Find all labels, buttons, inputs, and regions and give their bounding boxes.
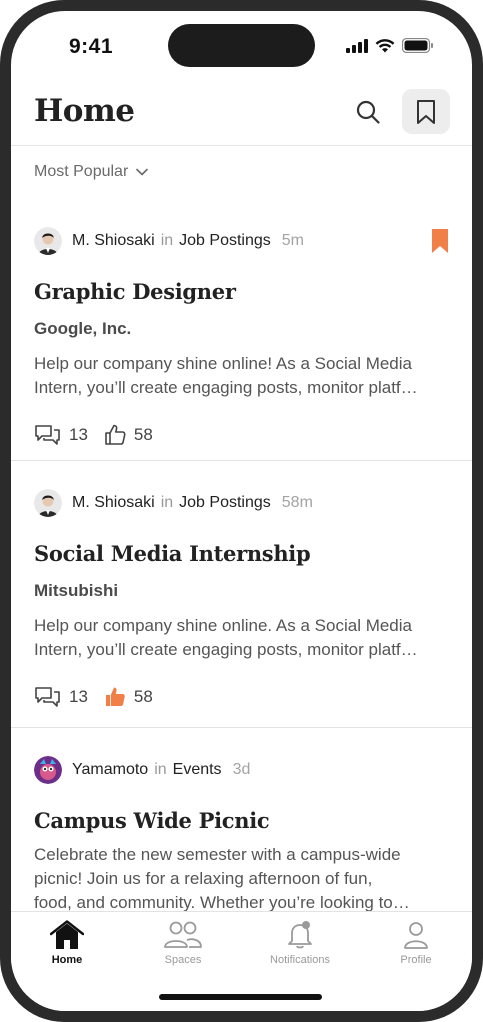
comments-count: 13: [69, 687, 88, 706]
avatar[interactable]: [34, 227, 62, 255]
tab-profile[interactable]: Profile: [366, 920, 466, 966]
excerpt-line: food, and community. Whether you’re look…: [34, 893, 410, 911]
search-icon: [356, 100, 380, 124]
post-excerpt: Help our company shine online! As a Soci…: [34, 352, 452, 400]
like-button[interactable]: 58: [104, 424, 153, 446]
excerpt-line: picnic! Join us for a relaxing afternoon…: [34, 869, 373, 888]
status-icons: [346, 38, 434, 53]
device-frame: 9:41 Home Most Popular M. Shiosaki in Jo…: [0, 0, 483, 1022]
post-meta: M. Shiosaki in Job Postings 58m: [34, 489, 313, 517]
home-icon: [50, 920, 84, 949]
comments-icon: [35, 687, 60, 707]
tab-label: Home: [51, 954, 83, 966]
dynamic-island: [168, 24, 315, 67]
post-time: 5m: [281, 232, 304, 249]
tab-notifications[interactable]: Notifications: [250, 920, 350, 966]
tab-label: Profile: [400, 954, 432, 966]
like-button[interactable]: 58: [104, 686, 153, 708]
post-time: 58m: [281, 494, 313, 511]
post-company: Google, Inc.: [34, 319, 132, 338]
tab-spaces[interactable]: Spaces: [133, 920, 233, 966]
author-name[interactable]: M. Shiosaki: [72, 232, 155, 250]
excerpt-line: Help our company shine online! As a Soci…: [34, 354, 412, 373]
chevron-down-icon: [136, 168, 149, 176]
comments-icon: [35, 425, 60, 445]
post-title[interactable]: Graphic Designer: [34, 279, 236, 304]
bell-icon: [288, 921, 312, 949]
search-button[interactable]: [351, 95, 385, 129]
feed: M. Shiosaki in Job Postings 5m Graphic D…: [11, 199, 472, 911]
comments-button[interactable]: 13: [34, 686, 88, 708]
bookmark-toggle[interactable]: [432, 229, 448, 258]
post-time: 3d: [232, 761, 251, 778]
excerpt-line: Celebrate the new semester with a campus…: [34, 845, 401, 864]
post-card[interactable]: M. Shiosaki in Job Postings 58m Social M…: [11, 461, 472, 728]
likes-count: 58: [133, 425, 153, 444]
saved-button[interactable]: [402, 89, 450, 134]
avatar[interactable]: [34, 756, 62, 784]
post-card[interactable]: M. Shiosaki in Job Postings 5m Graphic D…: [11, 199, 472, 461]
bookmark-icon: [417, 99, 435, 124]
home-indicator[interactable]: [159, 994, 322, 1000]
in-label: in: [160, 494, 174, 511]
post-title[interactable]: Campus Wide Picnic: [34, 808, 270, 833]
post-excerpt: Celebrate the new semester with a campus…: [34, 843, 452, 911]
excerpt-line: Intern, you’ll create engaging posts, mo…: [34, 640, 418, 659]
people-icon: [164, 921, 202, 948]
post-excerpt: Help our company shine online. As a Soci…: [34, 614, 452, 662]
post-stats: 13 58: [34, 686, 169, 708]
comments-count: 13: [69, 425, 88, 444]
app-header: Home: [11, 89, 472, 146]
sort-label: Most Popular: [34, 163, 129, 180]
post-title[interactable]: Social Media Internship: [34, 541, 311, 566]
tab-label: Notifications: [270, 954, 330, 966]
post-stats: 13 58: [34, 424, 169, 446]
screen: 9:41 Home Most Popular M. Shiosaki in Jo…: [11, 11, 472, 1011]
excerpt-line: Help our company shine online. As a Soci…: [34, 616, 412, 635]
sort-dropdown[interactable]: Most Popular: [34, 163, 149, 181]
battery-icon: [402, 38, 433, 53]
likes-count: 58: [133, 687, 153, 706]
status-bar: 9:41: [11, 11, 472, 81]
post-meta: Yamamoto in Events 3d: [34, 756, 250, 784]
post-meta: M. Shiosaki in Job Postings 5m: [34, 227, 304, 255]
avatar[interactable]: [34, 489, 62, 517]
wifi-icon: [375, 38, 395, 52]
page-title: Home: [34, 93, 135, 129]
author-name[interactable]: M. Shiosaki: [72, 494, 155, 512]
comments-button[interactable]: 13: [34, 424, 88, 446]
status-time: 9:41: [69, 35, 114, 58]
tab-home[interactable]: Home: [17, 920, 117, 966]
post-card[interactable]: Yamamoto in Events 3d Campus Wide Picnic…: [11, 728, 472, 911]
excerpt-line: Intern, you’ll create engaging posts, mo…: [34, 378, 418, 397]
tab-label: Spaces: [164, 954, 202, 966]
author-name[interactable]: Yamamoto: [72, 761, 148, 779]
post-company: Mitsubishi: [34, 581, 119, 600]
thumbs-up-filled-icon: [105, 687, 125, 706]
in-label: in: [154, 761, 167, 778]
person-icon: [404, 922, 428, 949]
category-link[interactable]: Events: [173, 761, 222, 779]
signal-icon: [346, 38, 368, 53]
category-link[interactable]: Job Postings: [179, 494, 271, 512]
in-label: in: [160, 232, 174, 249]
thumbs-up-icon: [105, 424, 126, 445]
category-link[interactable]: Job Postings: [179, 232, 271, 250]
bookmark-filled-icon: [432, 229, 448, 253]
